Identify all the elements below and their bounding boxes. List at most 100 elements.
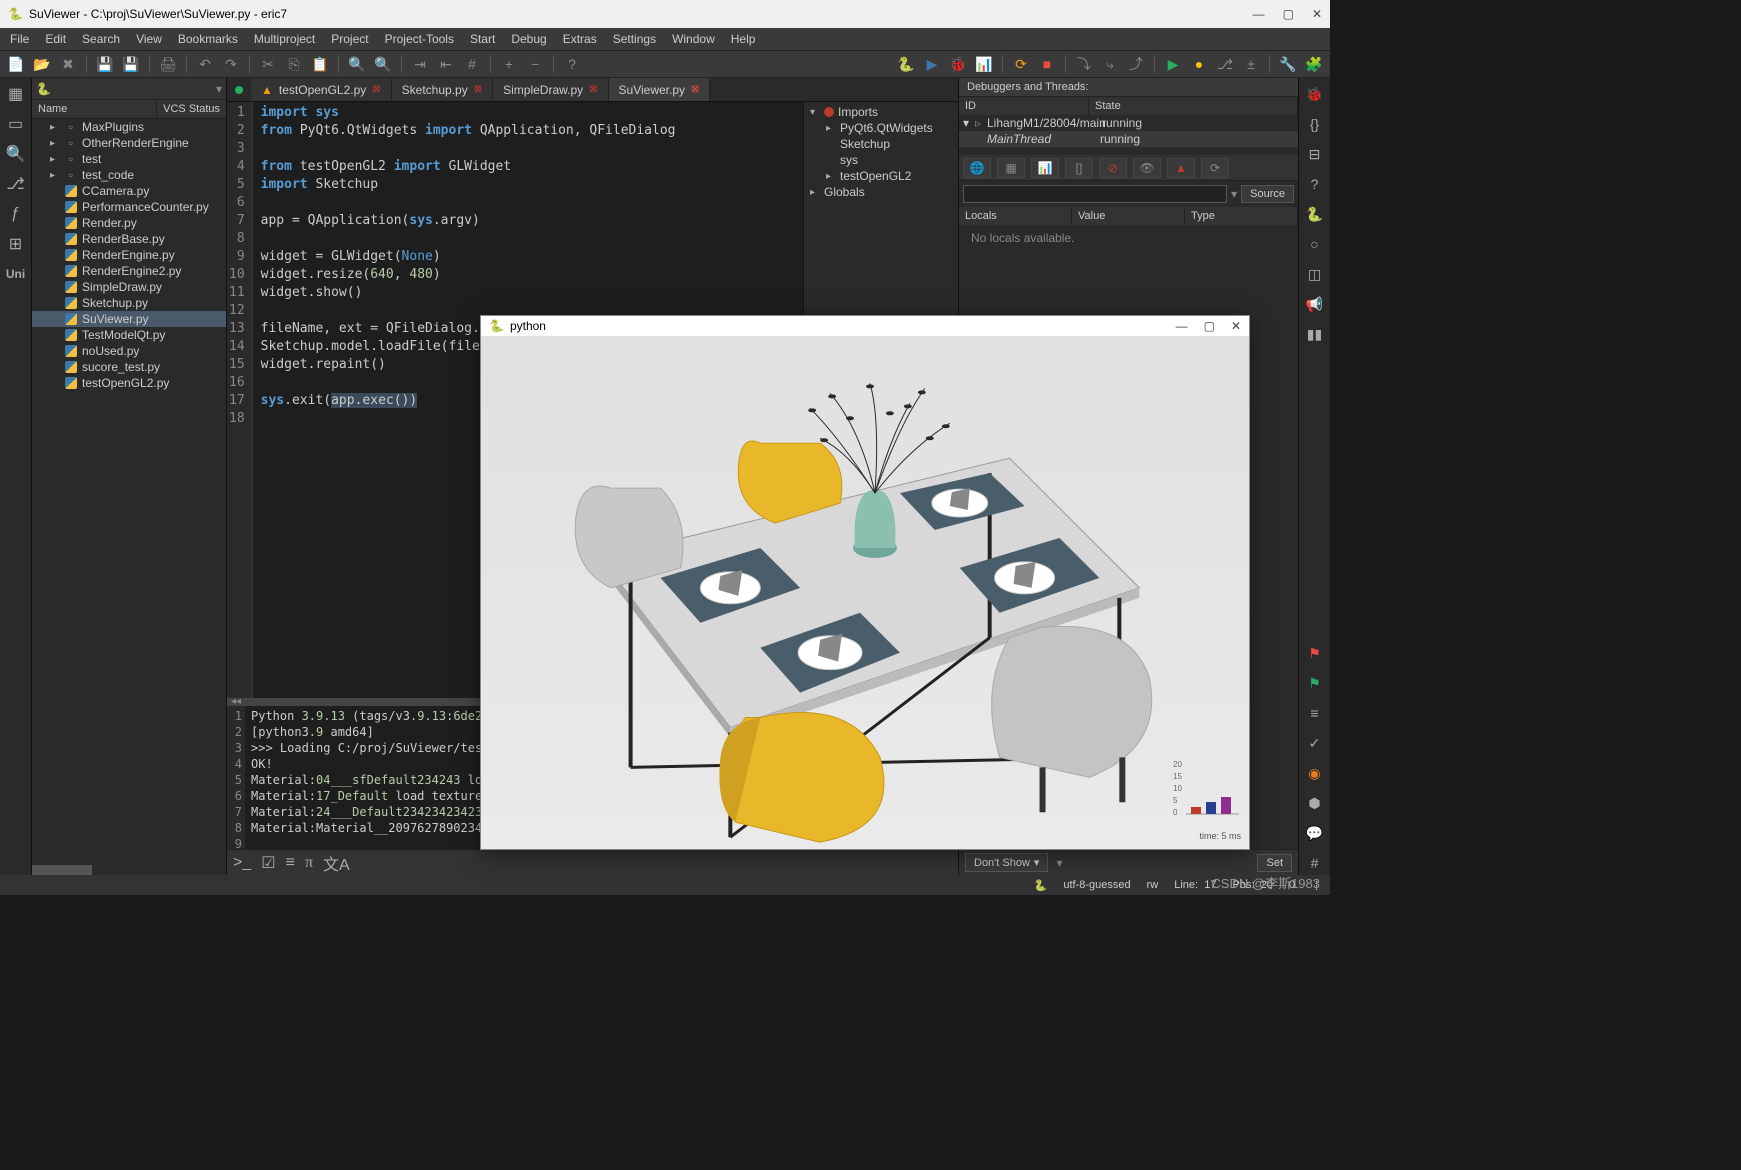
globe-icon[interactable]: 🌐 bbox=[963, 158, 991, 178]
close-file-icon[interactable]: ✖ bbox=[56, 53, 80, 75]
redo-icon[interactable]: ↷ bbox=[219, 53, 243, 75]
tab-close-icon[interactable]: ⊠ bbox=[691, 84, 699, 95]
menu-debug[interactable]: Debug bbox=[505, 30, 552, 48]
template-icon[interactable]: ⊞ bbox=[4, 232, 28, 256]
search-panel-icon[interactable]: 🔍 bbox=[4, 142, 28, 166]
tree-item[interactable]: TestModelQt.py bbox=[32, 327, 226, 343]
log-icon[interactable]: ≡ bbox=[1303, 701, 1327, 725]
symbol-icon[interactable]: ƒ bbox=[4, 202, 28, 226]
misc-icon[interactable]: ⬢ bbox=[1303, 791, 1327, 815]
thread-row[interactable]: ▾ ▹ LihangM1/28004/main running bbox=[959, 115, 1298, 131]
replace-icon[interactable]: 🔍 bbox=[371, 53, 395, 75]
maximize-button[interactable]: ▢ bbox=[1283, 7, 1294, 21]
vars-col-value[interactable]: Value bbox=[1072, 207, 1185, 225]
run-script-icon[interactable]: ▶ bbox=[920, 53, 944, 75]
outline-globals[interactable]: ▸ Globals bbox=[806, 184, 956, 200]
tree-item[interactable]: noUsed.py bbox=[32, 343, 226, 359]
outdent-icon[interactable]: ⇤ bbox=[434, 53, 458, 75]
announce-icon[interactable]: 📢 bbox=[1303, 292, 1327, 316]
tree-item[interactable]: Render.py bbox=[32, 215, 226, 231]
python-render-window[interactable]: 🐍 python — ▢ ✕ bbox=[480, 315, 1250, 850]
debug-icon[interactable]: 🐞 bbox=[946, 53, 970, 75]
circle-icon[interactable]: ○ bbox=[1303, 232, 1327, 256]
warning-icon[interactable]: ▲ bbox=[1167, 158, 1195, 178]
grid-icon[interactable]: ▦ bbox=[4, 82, 28, 106]
open-file-icon[interactable]: 📂 bbox=[30, 53, 54, 75]
tab-suviewer[interactable]: SuViewer.py ⊠ bbox=[609, 78, 711, 101]
whatsthis-icon[interactable]: ? bbox=[560, 53, 584, 75]
zoom-out-icon[interactable]: − bbox=[523, 53, 547, 75]
project-col-name[interactable]: Name bbox=[32, 100, 157, 118]
menu-view[interactable]: View bbox=[130, 30, 168, 48]
tree-item[interactable]: ▸▫OtherRenderEngine bbox=[32, 135, 226, 151]
code-structure-icon[interactable]: {} bbox=[1303, 112, 1327, 136]
no-icon[interactable]: ⊘ bbox=[1099, 158, 1127, 178]
minimize-button[interactable]: — bbox=[1253, 7, 1265, 21]
copy-icon[interactable]: ⎘ bbox=[282, 53, 306, 75]
translate-icon[interactable]: 文A bbox=[323, 851, 350, 875]
vcs-icon[interactable]: ⎇ bbox=[1213, 53, 1237, 75]
stop-icon[interactable]: ■ bbox=[1035, 53, 1059, 75]
unicode-icon[interactable]: Uni bbox=[4, 262, 28, 286]
profile-icon[interactable]: 📊 bbox=[972, 53, 996, 75]
vars-col-type[interactable]: Type bbox=[1185, 207, 1298, 225]
lines-icon[interactable]: ≡ bbox=[286, 854, 295, 872]
menu-project[interactable]: Project bbox=[325, 30, 374, 48]
pi-icon[interactable]: π bbox=[305, 854, 313, 872]
outline-item[interactable]: sys bbox=[806, 152, 956, 168]
tree-item[interactable]: RenderBase.py bbox=[32, 231, 226, 247]
menu-settings[interactable]: Settings bbox=[607, 30, 662, 48]
tab-close-icon[interactable]: ⊠ bbox=[589, 84, 597, 95]
vcs-panel-icon[interactable]: ⎇ bbox=[4, 172, 28, 196]
terminal-icon[interactable]: >_ bbox=[233, 854, 251, 872]
unittest-icon[interactable]: ✓ bbox=[1303, 731, 1327, 755]
step-out-icon[interactable]: ⤴ bbox=[1124, 53, 1148, 75]
zoom-in-icon[interactable]: + bbox=[497, 53, 521, 75]
eye-icon[interactable]: 👁 bbox=[1133, 158, 1161, 178]
plugin-icon[interactable]: 🧩 bbox=[1302, 53, 1326, 75]
menu-edit[interactable]: Edit bbox=[39, 30, 72, 48]
chart-icon[interactable]: 📊 bbox=[1031, 158, 1059, 178]
flag-green-icon[interactable]: ⚑ bbox=[1303, 671, 1327, 695]
cut-icon[interactable]: ✂ bbox=[256, 53, 280, 75]
refresh-icon[interactable]: ⟳ bbox=[1201, 158, 1229, 178]
popup-minimize-button[interactable]: — bbox=[1176, 319, 1188, 333]
menu-extras[interactable]: Extras bbox=[557, 30, 603, 48]
source-button[interactable]: Source bbox=[1241, 185, 1294, 203]
close-button[interactable]: ✕ bbox=[1312, 7, 1322, 21]
vars-col-locals[interactable]: Locals bbox=[959, 207, 1072, 225]
menu-project-tools[interactable]: Project-Tools bbox=[379, 30, 460, 48]
project-icon[interactable]: ▭ bbox=[4, 112, 28, 136]
new-file-icon[interactable]: 📄 bbox=[4, 53, 28, 75]
project-tree[interactable]: ▸▫MaxPlugins▸▫OtherRenderEngine▸▫test▸▫t… bbox=[32, 119, 226, 865]
paste-icon[interactable]: 📋 bbox=[308, 53, 332, 75]
menu-start[interactable]: Start bbox=[464, 30, 501, 48]
tree-item[interactable]: RenderEngine2.py bbox=[32, 263, 226, 279]
run-icon[interactable]: 🐍 bbox=[894, 53, 918, 75]
array-icon[interactable]: [] bbox=[1065, 158, 1093, 178]
menu-multiproject[interactable]: Multiproject bbox=[248, 30, 321, 48]
search-icon[interactable]: 🔍 bbox=[345, 53, 369, 75]
menu-bookmarks[interactable]: Bookmarks bbox=[172, 30, 244, 48]
tree-item[interactable]: RenderEngine.py bbox=[32, 247, 226, 263]
debug-search-input[interactable] bbox=[963, 185, 1227, 203]
indent-icon[interactable]: ⇥ bbox=[408, 53, 432, 75]
flag-red-icon[interactable]: ⚑ bbox=[1303, 641, 1327, 665]
tree-item[interactable]: SimpleDraw.py bbox=[32, 279, 226, 295]
tab-simpledraw[interactable]: SimpleDraw.py ⊠ bbox=[493, 78, 608, 101]
print-icon[interactable]: 🖨 bbox=[156, 53, 180, 75]
chevron-icon[interactable]: ▾ bbox=[1056, 856, 1062, 870]
tab-close-icon[interactable]: ⊠ bbox=[372, 84, 380, 95]
thread-row[interactable]: MainThread running bbox=[959, 131, 1298, 147]
scrollbar-thumb[interactable] bbox=[32, 865, 92, 875]
project-col-vcs[interactable]: VCS Status bbox=[157, 100, 226, 118]
outline-item[interactable]: ▸testOpenGL2 bbox=[806, 168, 956, 184]
step-over-icon[interactable]: ⤵ bbox=[1072, 53, 1096, 75]
encoding-label[interactable]: utf-8-guessed bbox=[1063, 879, 1130, 891]
debug-col-id[interactable]: ID bbox=[959, 97, 1089, 115]
bars-icon[interactable]: ▮▮ bbox=[1303, 322, 1327, 346]
tree-item[interactable]: ▸▫test_code bbox=[32, 167, 226, 183]
undo-icon[interactable]: ↶ bbox=[193, 53, 217, 75]
dropdown-icon[interactable]: ▾ bbox=[1231, 187, 1237, 201]
tree-item[interactable]: Sketchup.py bbox=[32, 295, 226, 311]
